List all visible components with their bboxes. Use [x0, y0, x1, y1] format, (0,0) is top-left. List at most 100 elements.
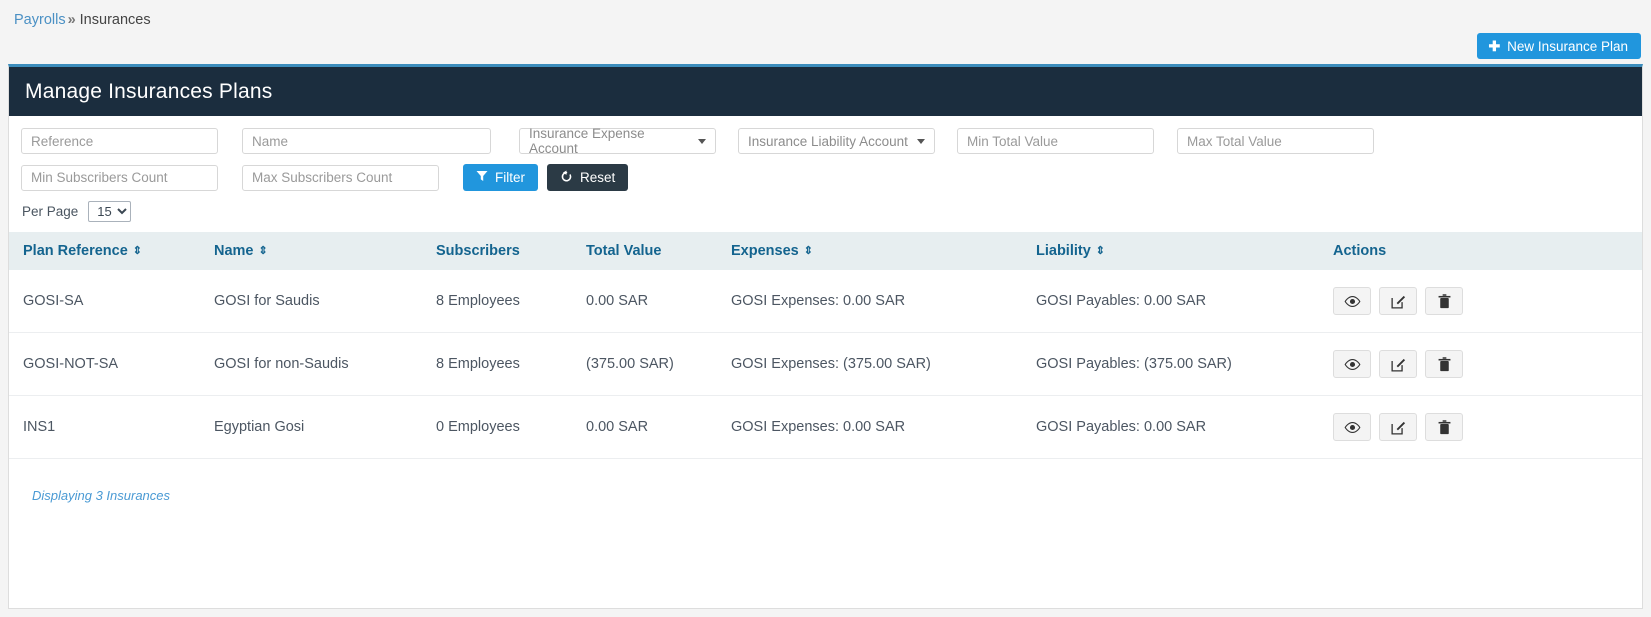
- cell-liability: GOSI Payables: 0.00 SAR: [1036, 396, 1333, 459]
- filter-row-2: Filter Reset: [21, 164, 1630, 191]
- cell-liability: GOSI Payables: 0.00 SAR: [1036, 270, 1333, 333]
- column-header-total-value: Total Value: [586, 232, 731, 270]
- eye-icon: [1344, 421, 1361, 434]
- cell-total-value: 0.00 SAR: [586, 270, 731, 333]
- trash-icon: [1438, 357, 1451, 372]
- cell-subscribers: 8 Employees: [436, 270, 586, 333]
- cell-expenses: GOSI Expenses: (375.00 SAR): [731, 333, 1036, 396]
- cell-plan-reference: GOSI-SA: [9, 270, 214, 333]
- min-subscribers-count-input[interactable]: [21, 165, 218, 191]
- column-label: Actions: [1333, 243, 1386, 259]
- delete-button[interactable]: [1425, 287, 1463, 315]
- insurance-liability-account-select[interactable]: Insurance Liability Account: [738, 128, 935, 154]
- min-total-value-input[interactable]: [957, 128, 1154, 154]
- filter-button-label: Filter: [495, 170, 525, 185]
- name-input[interactable]: [242, 128, 491, 154]
- view-button[interactable]: [1333, 287, 1371, 315]
- edit-pencil-icon: [1391, 294, 1406, 309]
- chevron-down-icon: [917, 139, 925, 144]
- table-footer: Displaying 3 Insurances: [9, 459, 1642, 505]
- column-header-plan-reference[interactable]: Plan Reference ⇕: [9, 232, 214, 270]
- edit-pencil-icon: [1391, 420, 1406, 435]
- breadcrumb-current-insurances: Insurances: [80, 12, 151, 28]
- per-page-label: Per Page: [22, 204, 78, 219]
- cell-liability: GOSI Payables: (375.00 SAR): [1036, 333, 1333, 396]
- row-actions: [1333, 350, 1632, 378]
- row-actions: [1333, 287, 1632, 315]
- column-header-subscribers: Subscribers: [436, 232, 586, 270]
- breadcrumb-separator: »: [68, 12, 76, 28]
- cell-actions: [1333, 396, 1642, 459]
- chevron-down-icon: [698, 139, 706, 144]
- breadcrumb: Payrolls»Insurances: [0, 0, 1651, 30]
- column-label: Expenses: [731, 243, 799, 259]
- per-page-row: Per Page 15: [9, 201, 1642, 222]
- edit-button[interactable]: [1379, 413, 1417, 441]
- trash-icon: [1438, 294, 1451, 309]
- reference-input[interactable]: [21, 128, 218, 154]
- cell-plan-reference: GOSI-NOT-SA: [9, 333, 214, 396]
- cell-total-value: (375.00 SAR): [586, 333, 731, 396]
- breadcrumb-link-payrolls[interactable]: Payrolls: [14, 12, 66, 28]
- delete-button[interactable]: [1425, 413, 1463, 441]
- max-total-value-input[interactable]: [1177, 128, 1374, 154]
- insurance-liability-account-label: Insurance Liability Account: [748, 134, 908, 149]
- cell-plan-reference: INS1: [9, 396, 214, 459]
- sort-icon[interactable]: ⇕: [259, 246, 268, 257]
- cell-name: GOSI for non-Saudis: [214, 333, 436, 396]
- reset-button[interactable]: Reset: [547, 164, 628, 191]
- displaying-count-text: Displaying 3 Insurances: [32, 488, 170, 503]
- sort-icon[interactable]: ⇕: [1096, 246, 1105, 257]
- new-insurance-plan-label: New Insurance Plan: [1507, 39, 1628, 54]
- top-toolbar: ✚ New Insurance Plan: [1477, 33, 1641, 59]
- table-row: INS1 Egyptian Gosi 0 Employees 0.00 SAR …: [9, 396, 1642, 459]
- manage-insurances-panel: Manage Insurances Plans Insurance Expens…: [8, 64, 1643, 609]
- cell-actions: [1333, 270, 1642, 333]
- column-label: Name: [214, 243, 254, 259]
- column-header-actions: Actions: [1333, 232, 1642, 270]
- filter-button[interactable]: Filter: [463, 164, 538, 191]
- row-actions: [1333, 413, 1632, 441]
- cell-subscribers: 0 Employees: [436, 396, 586, 459]
- max-subscribers-count-input[interactable]: [242, 165, 439, 191]
- funnel-icon: [476, 170, 488, 185]
- page-root: Payrolls»Insurances ✚ New Insurance Plan…: [0, 0, 1651, 617]
- cell-subscribers: 8 Employees: [436, 333, 586, 396]
- cell-name: Egyptian Gosi: [214, 396, 436, 459]
- table-header-row: Plan Reference ⇕ Name ⇕ Subscribers Total …: [9, 232, 1642, 270]
- eye-icon: [1344, 358, 1361, 371]
- column-label: Liability: [1036, 243, 1091, 259]
- insurance-expense-account-label: Insurance Expense Account: [529, 126, 692, 156]
- cell-total-value: 0.00 SAR: [586, 396, 731, 459]
- column-label: Subscribers: [436, 243, 520, 259]
- edit-pencil-icon: [1391, 357, 1406, 372]
- cell-expenses: GOSI Expenses: 0.00 SAR: [731, 270, 1036, 333]
- edit-button[interactable]: [1379, 287, 1417, 315]
- table-row: GOSI-NOT-SA GOSI for non-Saudis 8 Employ…: [9, 333, 1642, 396]
- page-title: Manage Insurances Plans: [25, 80, 272, 104]
- cell-name: GOSI for Saudis: [214, 270, 436, 333]
- column-header-liability[interactable]: Liability ⇕: [1036, 232, 1333, 270]
- sort-icon[interactable]: ⇕: [133, 246, 142, 257]
- column-label: Total Value: [586, 243, 661, 259]
- sort-icon[interactable]: ⇕: [804, 246, 813, 257]
- column-header-name[interactable]: Name ⇕: [214, 232, 436, 270]
- filter-row-1: Insurance Expense Account Insurance Liab…: [21, 128, 1630, 154]
- filters-area: Insurance Expense Account Insurance Liab…: [9, 116, 1642, 191]
- undo-icon: [560, 170, 573, 186]
- new-insurance-plan-button[interactable]: ✚ New Insurance Plan: [1477, 33, 1641, 59]
- per-page-select[interactable]: 15: [88, 201, 131, 222]
- reset-button-label: Reset: [580, 170, 615, 185]
- trash-icon: [1438, 420, 1451, 435]
- delete-button[interactable]: [1425, 350, 1463, 378]
- view-button[interactable]: [1333, 413, 1371, 441]
- insurance-expense-account-select[interactable]: Insurance Expense Account: [519, 128, 716, 154]
- cell-actions: [1333, 333, 1642, 396]
- eye-icon: [1344, 295, 1361, 308]
- cell-expenses: GOSI Expenses: 0.00 SAR: [731, 396, 1036, 459]
- view-button[interactable]: [1333, 350, 1371, 378]
- edit-button[interactable]: [1379, 350, 1417, 378]
- column-header-expenses[interactable]: Expenses ⇕: [731, 232, 1036, 270]
- insurances-table: Plan Reference ⇕ Name ⇕ Subscribers Total …: [9, 232, 1642, 459]
- column-label: Plan Reference: [23, 243, 128, 259]
